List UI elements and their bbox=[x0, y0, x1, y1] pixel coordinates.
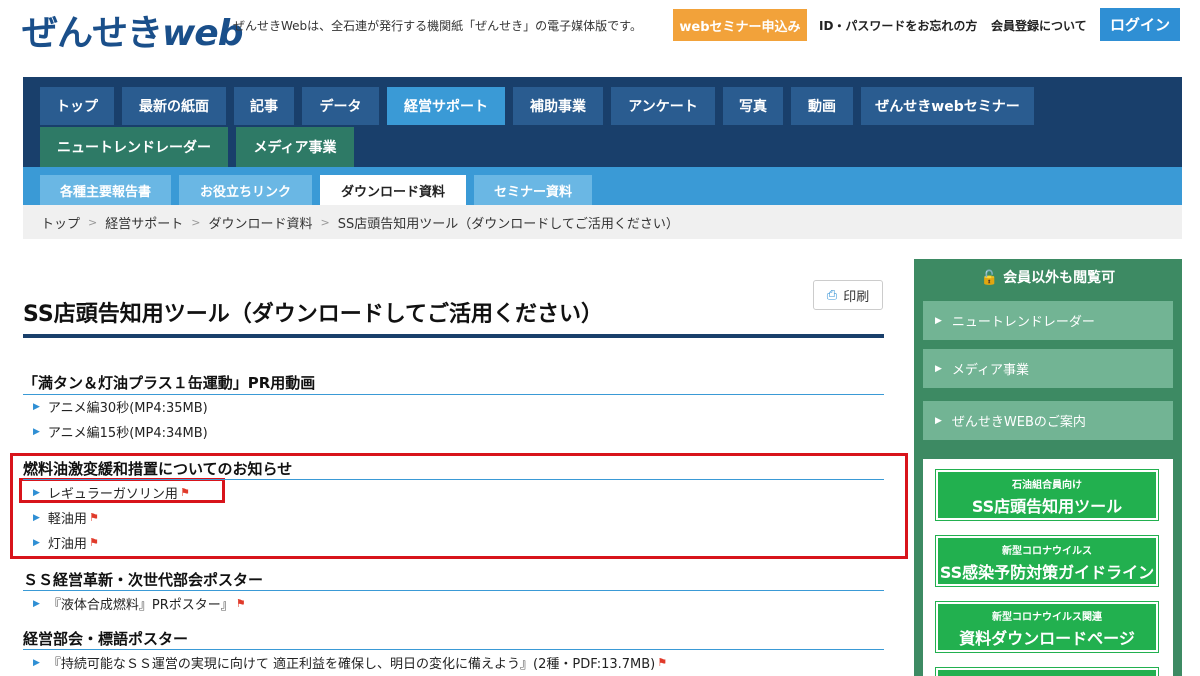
list-item[interactable]: ▶ アニメ編15秒(MP4:34MB) bbox=[33, 422, 208, 441]
site-tagline: ぜんせきWebは、全石連が発行する機関紙「ぜんせき」の電子媒体版です。 bbox=[233, 19, 642, 33]
arrow-right-icon: ▶ bbox=[33, 512, 40, 523]
list-item[interactable]: ▶ アニメ編30秒(MP4:35MB) bbox=[33, 397, 208, 416]
printer-icon: ⎙ bbox=[826, 287, 838, 303]
banner-partial[interactable] bbox=[936, 668, 1158, 676]
nav-item-latest[interactable]: 最新の紙面 bbox=[122, 87, 226, 125]
section-title: 「満タン＆灯油プラス１缶運動」PR用動画 bbox=[23, 374, 316, 392]
forgot-password-link[interactable]: ID・パスワードをお忘れの方 bbox=[819, 17, 977, 34]
lock-icon: 🔓 bbox=[980, 270, 999, 286]
sidebar: 🔓 会員以外も閲覧可 ▶ ニュートレンドレーダー ▶ メディア事業 ▶ ぜんせき… bbox=[914, 259, 1182, 676]
subnav-useful-links[interactable]: お役立ちリンク bbox=[179, 175, 312, 205]
sidebar-item-new-trend-radar[interactable]: ▶ ニュートレンドレーダー bbox=[923, 301, 1173, 340]
nav-item-video[interactable]: 動画 bbox=[791, 87, 853, 125]
sub-nav: 各種主要報告書 お役立ちリンク ダウンロード資料 セミナー資料 bbox=[23, 167, 1182, 205]
title-divider bbox=[23, 334, 884, 338]
nav-item-articles[interactable]: 記事 bbox=[234, 87, 294, 125]
main-nav: トップ 最新の紙面 記事 データ 経営サポート 補助事業 アンケート 写真 動画… bbox=[23, 77, 1182, 167]
list-item[interactable]: ▶ 灯油用 ⚑ bbox=[33, 533, 103, 553]
nav-item-new-trend-radar[interactable]: ニュートレンドレーダー bbox=[40, 127, 228, 167]
nav-item-survey[interactable]: アンケート bbox=[611, 87, 715, 125]
subnav-downloads[interactable]: ダウンロード資料 bbox=[320, 175, 466, 205]
sidebar-banner-area: 石油組合員向け SS店頭告知用ツール 新型コロナウイルス SS感染予防対策ガイド… bbox=[923, 459, 1173, 676]
site-header: ぜんせきweb ぜんせきWebは、全石連が発行する機関紙「ぜんせき」の電子媒体版… bbox=[0, 0, 1200, 54]
print-button[interactable]: ⎙ 印刷 bbox=[813, 280, 883, 310]
list-item[interactable]: ▶ 軽油用 ⚑ bbox=[33, 508, 103, 528]
register-info-link[interactable]: 会員登録について bbox=[991, 17, 1087, 34]
list-item[interactable]: ▶ 『持続可能なＳＳ運営の実現に向けて 適正利益を確保し、明日の変化に備えよう』… bbox=[33, 653, 671, 673]
arrow-right-icon: ▶ bbox=[33, 537, 40, 548]
sidebar-header: 🔓 会員以外も閲覧可 bbox=[980, 270, 1116, 286]
arrow-right-icon: ▶ bbox=[935, 363, 942, 374]
section-title: 経営部会・標語ポスター bbox=[23, 630, 189, 648]
nav-item-data[interactable]: データ bbox=[302, 87, 379, 125]
nav-item-management-support[interactable]: 経営サポート bbox=[387, 87, 505, 125]
arrow-right-icon: ▶ bbox=[33, 487, 40, 498]
subnav-seminar-materials[interactable]: セミナー資料 bbox=[474, 175, 592, 205]
nav-item-top[interactable]: トップ bbox=[40, 87, 114, 125]
banner-covid-downloads[interactable]: 新型コロナウイルス関連 資料ダウンロードページ bbox=[936, 602, 1158, 652]
arrow-right-icon: ▶ bbox=[33, 657, 40, 668]
seminar-signup-button[interactable]: webセミナー申込み bbox=[673, 9, 807, 41]
arrow-right-icon: ▶ bbox=[33, 401, 40, 412]
arrow-right-icon: ▶ bbox=[33, 598, 40, 609]
list-item[interactable]: ▶ 『液体合成燃料』PRポスター』 ⚑ bbox=[33, 594, 250, 614]
arrow-right-icon: ▶ bbox=[935, 415, 942, 426]
banner-covid-guideline[interactable]: 新型コロナウイルス SS感染予防対策ガイドライン bbox=[936, 536, 1158, 586]
pdf-icon: ⚑ bbox=[235, 596, 246, 610]
pdf-icon: ⚑ bbox=[657, 655, 668, 669]
sidebar-item-media[interactable]: ▶ メディア事業 bbox=[923, 349, 1173, 388]
pdf-icon: ⚑ bbox=[88, 535, 99, 549]
breadcrumb-current: SS店頭告知用ツール（ダウンロードしてご活用ください） bbox=[337, 216, 679, 232]
breadcrumb-management-support[interactable]: 経営サポート bbox=[105, 213, 183, 232]
pdf-icon: ⚑ bbox=[88, 510, 99, 524]
pdf-icon: ⚑ bbox=[179, 485, 190, 499]
subnav-reports[interactable]: 各種主要報告書 bbox=[40, 175, 171, 205]
section-title: 燃料油激変緩和措置についてのお知らせ bbox=[23, 460, 293, 478]
nav-item-media[interactable]: メディア事業 bbox=[236, 127, 354, 167]
breadcrumb-top[interactable]: トップ bbox=[41, 213, 80, 232]
banner-ss-tool[interactable]: 石油組合員向け SS店頭告知用ツール bbox=[936, 470, 1158, 520]
breadcrumb: トップ > 経営サポート > ダウンロード資料 > SS店頭告知用ツール（ダウン… bbox=[23, 205, 1182, 239]
arrow-right-icon: ▶ bbox=[33, 426, 40, 437]
section-title: ＳＳ経営革新・次世代部会ポスター bbox=[23, 571, 264, 589]
list-item[interactable]: ▶ レギュラーガソリン用 ⚑ bbox=[33, 483, 194, 503]
nav-item-photos[interactable]: 写真 bbox=[723, 87, 783, 125]
page-title: SS店頭告知用ツール（ダウンロードしてご活用ください） bbox=[23, 302, 604, 327]
nav-item-subsidy[interactable]: 補助事業 bbox=[513, 87, 603, 125]
breadcrumb-downloads[interactable]: ダウンロード資料 bbox=[208, 213, 312, 232]
sidebar-item-about[interactable]: ▶ ぜんせきWEBのご案内 bbox=[923, 401, 1173, 440]
nav-item-web-seminar[interactable]: ぜんせきwebセミナー bbox=[861, 87, 1034, 125]
arrow-right-icon: ▶ bbox=[935, 315, 942, 326]
site-logo[interactable]: ぜんせきweb bbox=[22, 4, 243, 56]
login-button[interactable]: ログイン bbox=[1100, 8, 1180, 41]
